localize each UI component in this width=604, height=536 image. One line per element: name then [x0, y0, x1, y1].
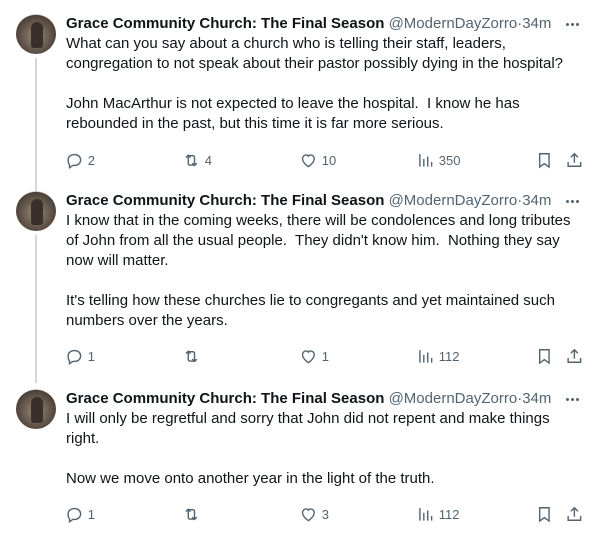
avatar[interactable]: [16, 14, 56, 54]
reply-button[interactable]: 1: [65, 346, 95, 366]
thread-line: [35, 58, 37, 196]
more-dots-icon[interactable]: [562, 193, 582, 209]
like-count: 1: [321, 348, 329, 364]
tweet-paragraph: What can you say about a church who is t…: [66, 35, 563, 72]
share-upload-icon: [567, 506, 582, 521]
bookmark-icon: [538, 152, 550, 169]
tweet-paragraph: I know that in the coming weeks, there w…: [66, 212, 575, 269]
share-button[interactable]: [565, 150, 584, 170]
tweet-header: Grace Community Church: The Final Season…: [66, 14, 551, 34]
bookmark-button[interactable]: [535, 504, 554, 524]
reply-button[interactable]: 2: [65, 150, 95, 170]
tweet-header: Grace Community Church: The Final Season…: [66, 389, 551, 409]
bookmark-icon: [538, 348, 550, 365]
share-upload-icon: [567, 348, 582, 363]
bookmark-button[interactable]: [535, 346, 554, 366]
views-button[interactable]: 112: [416, 504, 459, 524]
tweet-paragraph: Now we move onto another year in the lig…: [66, 470, 435, 487]
views-button[interactable]: 350: [416, 150, 460, 170]
share-button[interactable]: [565, 504, 584, 524]
tweet-header: Grace Community Church: The Final Season…: [66, 191, 551, 211]
like-count: 10: [321, 152, 337, 168]
bar-chart-icon: [419, 349, 433, 363]
tweet-text: I will only be regretful and sorry that …: [66, 409, 586, 489]
tweet-paragraph: I will only be regretful and sorry that …: [66, 410, 554, 447]
repost-arrows-icon: [185, 507, 198, 521]
repost-arrows-icon: [185, 153, 198, 167]
like-button[interactable]: 3: [299, 504, 329, 524]
bar-chart-icon: [419, 153, 433, 167]
action-bar: 1 1 112: [0, 346, 604, 366]
reply-button[interactable]: 1: [65, 504, 95, 524]
repost-arrows-icon: [185, 349, 198, 363]
tweet-text: I know that in the coming weeks, there w…: [66, 211, 586, 331]
repost-count: 4: [204, 152, 212, 168]
tweet-paragraph: John MacArthur is not expected to leave …: [66, 95, 524, 132]
avatar[interactable]: [16, 191, 56, 231]
speech-bubble-icon: [67, 153, 82, 169]
repost-button[interactable]: [182, 346, 205, 366]
author-name[interactable]: Grace Community Church: The Final Season: [66, 15, 384, 32]
view-count: 350: [438, 152, 461, 168]
share-upload-icon: [567, 152, 582, 167]
heart-icon: [301, 507, 315, 522]
timestamp[interactable]: 34m: [522, 192, 551, 209]
tweet-text: What can you say about a church who is t…: [66, 34, 586, 134]
speech-bubble-icon: [67, 349, 82, 365]
bookmark-button[interactable]: [535, 150, 554, 170]
avatar[interactable]: [16, 389, 56, 429]
author-handle[interactable]: @ModernDayZorro: [389, 192, 518, 209]
tweet-paragraph: It's telling how these churches lie to c…: [66, 292, 560, 329]
view-count: 112: [438, 506, 460, 522]
repost-button[interactable]: [182, 504, 205, 524]
author-name[interactable]: Grace Community Church: The Final Season: [66, 390, 384, 407]
like-count: 3: [321, 506, 329, 522]
more-dots-icon[interactable]: [562, 16, 582, 32]
bookmark-icon: [538, 506, 550, 523]
action-bar: 1 3 112: [0, 504, 604, 524]
heart-icon: [301, 349, 315, 364]
author-name[interactable]: Grace Community Church: The Final Season: [66, 192, 384, 209]
timestamp[interactable]: 34m: [522, 15, 551, 32]
more-dots-icon[interactable]: [562, 391, 582, 407]
heart-icon: [301, 153, 315, 168]
bar-chart-icon: [419, 507, 433, 521]
views-button[interactable]: 112: [416, 346, 459, 366]
speech-bubble-icon: [67, 507, 82, 523]
timestamp[interactable]: 34m: [522, 390, 551, 407]
reply-count: 1: [87, 348, 95, 364]
reply-count: 2: [87, 152, 95, 168]
reply-count: 1: [87, 506, 95, 522]
author-handle[interactable]: @ModernDayZorro: [389, 15, 518, 32]
author-handle[interactable]: @ModernDayZorro: [389, 390, 518, 407]
repost-button[interactable]: 4: [182, 150, 212, 170]
action-bar: 2 4 10 350: [0, 150, 604, 170]
like-button[interactable]: 1: [299, 346, 329, 366]
like-button[interactable]: 10: [299, 150, 336, 170]
share-button[interactable]: [565, 346, 584, 366]
view-count: 112: [438, 348, 460, 364]
